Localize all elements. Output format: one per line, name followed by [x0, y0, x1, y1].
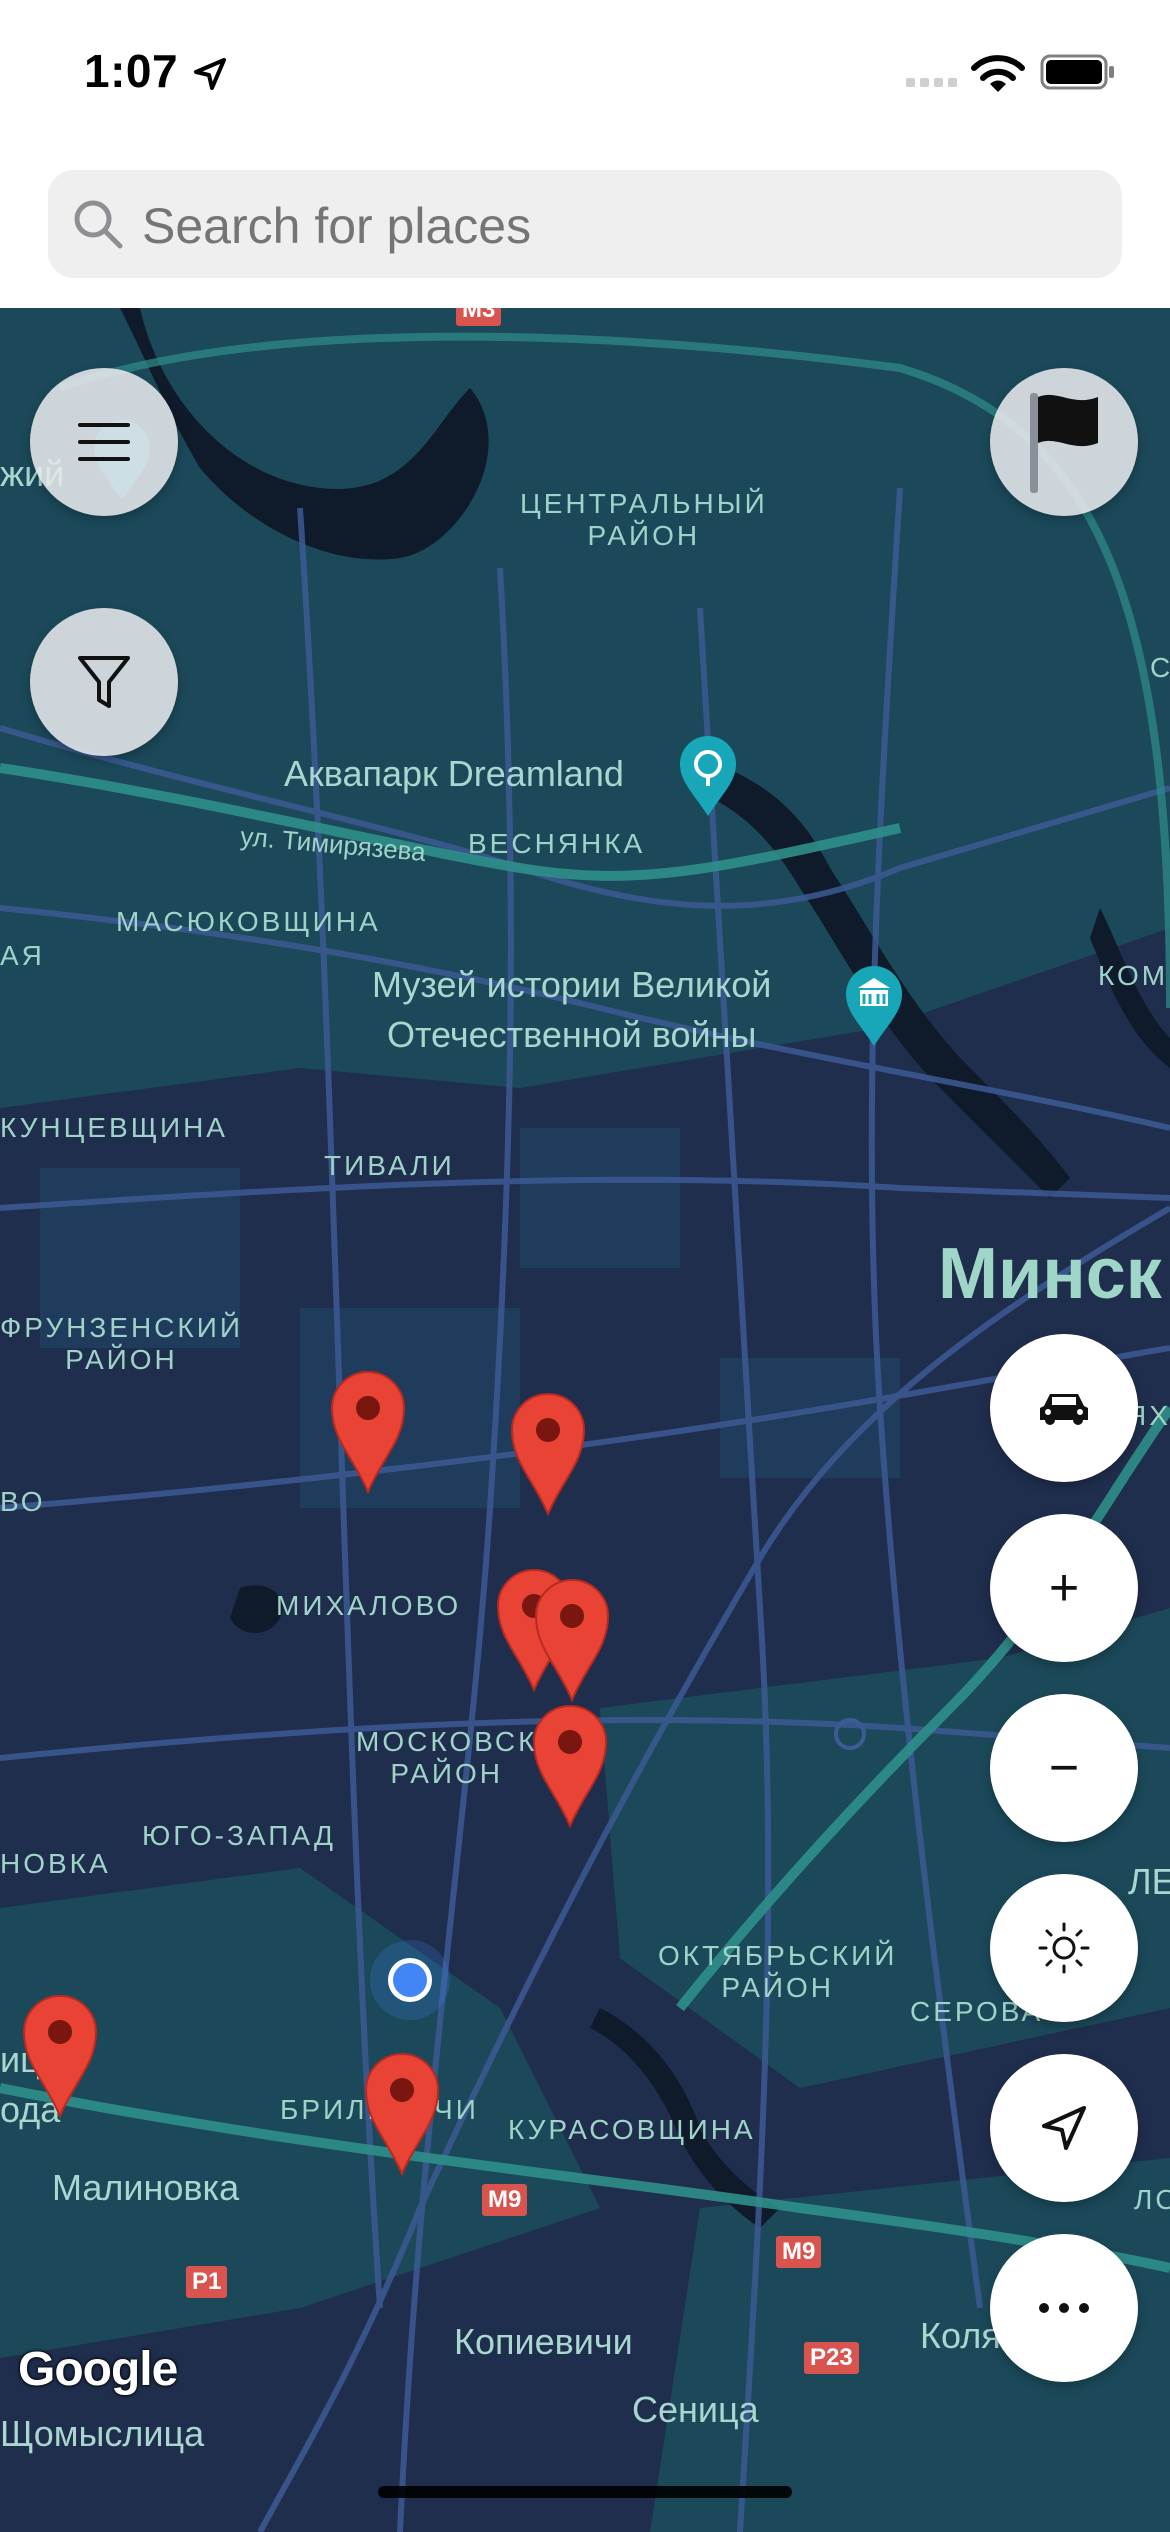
label-vo: ВО [0, 1486, 46, 1517]
funnel-icon [78, 656, 130, 708]
label-central-district: ЦЕНТРАЛЬНЫЙ РАЙОН [520, 488, 768, 551]
minus-icon: − [1048, 1739, 1080, 1797]
label-c: С [1150, 652, 1170, 683]
user-location-dot [370, 1940, 450, 2020]
label-kom: КОМ [1098, 960, 1169, 991]
status-bar: 1:07 [0, 0, 1170, 150]
label-lo: ЛО [1134, 2184, 1170, 2215]
status-time: 1:07 [84, 45, 179, 97]
label-tivali: ТИВАЛИ [324, 1150, 455, 1181]
ellipsis-icon [1039, 2303, 1089, 2313]
driving-mode-button[interactable] [990, 1334, 1138, 1482]
label-senitsa: Сеница [632, 2389, 759, 2430]
zoom-in-button[interactable]: + [990, 1514, 1138, 1662]
sun-icon [1038, 1922, 1090, 1974]
label-aquapark: Аквапарк Dreamland [284, 753, 624, 794]
label-malinovka: Малиновка [52, 2167, 240, 2208]
hamburger-icon [78, 423, 130, 461]
location-arrow-icon [194, 58, 226, 90]
roundabout-icon [834, 1718, 866, 1750]
label-kopievichi: Копиевичи [454, 2321, 633, 2362]
search-bar[interactable] [48, 170, 1122, 278]
label-museum: Музей истории Великой Отечественной войн… [372, 964, 772, 1055]
label-le: ЛЕ [1128, 1861, 1170, 1902]
signal-icon [906, 78, 957, 87]
place-pin[interactable] [364, 2052, 440, 2176]
car-icon [1040, 1394, 1088, 1425]
label-frunzensky: ФРУНЗЕНСКИЙ РАЙОН [0, 1312, 243, 1375]
map-theme-button[interactable] [990, 1874, 1138, 2022]
label-kuntsevshchina: КУНЦЕВЩИНА [0, 1112, 228, 1143]
plus-icon: + [1048, 1559, 1080, 1617]
search-input[interactable] [140, 196, 1044, 256]
label-masyukovshchina: МАСЮКОВЩИНА [116, 906, 381, 937]
label-aya: АЯ [0, 940, 45, 971]
place-pin[interactable] [534, 1578, 610, 1702]
label-kurasovshchina: КУРАСОВЩИНА [508, 2114, 756, 2145]
menu-button[interactable] [30, 368, 178, 516]
place-pin[interactable] [510, 1392, 586, 1516]
map-view[interactable]: ЦЕНТРАЛЬНЫЙ РАЙОН ВЕСНЯНКА МАСЮКОВЩИНА К… [0, 308, 1170, 2532]
battery-icon [1040, 54, 1114, 90]
label-shchomyslitsa: Щомыслица [0, 2413, 205, 2454]
label-koly: Коля [920, 2315, 1001, 2356]
road-shield-m3: M3 [456, 308, 502, 326]
google-attribution: Google [18, 2343, 178, 2396]
my-location-button[interactable] [990, 2054, 1138, 2202]
label-yugo-zapad: ЮГО-ЗАПАД [142, 1820, 336, 1851]
filter-button[interactable] [30, 608, 178, 756]
place-pin[interactable] [330, 1370, 406, 1494]
road-shield-p1: P1 [186, 2266, 228, 2298]
navigation-arrow-icon [1042, 2106, 1086, 2150]
label-oktyabrsky: ОКТЯБРЬСКИЙ РАЙОН [658, 1940, 898, 2003]
search-icon [74, 200, 123, 249]
road-shield-m9: M9 [482, 2184, 528, 2216]
place-pin[interactable] [532, 1704, 608, 1828]
flag-icon [1030, 393, 1098, 493]
label-moskovsky: МОСКОВСК РАЙОН [356, 1726, 538, 1789]
flag-button[interactable] [990, 368, 1138, 516]
zoom-out-button[interactable]: − [990, 1694, 1138, 1842]
label-mikhalovo: МИХАЛОВО [276, 1590, 462, 1621]
road-shield-m9: M9 [776, 2236, 822, 2268]
label-vesnyanka: ВЕСНЯНКА [468, 828, 646, 859]
road-shield-p23: P23 [804, 2342, 859, 2374]
wifi-icon [971, 55, 1025, 92]
label-novka: НОВКА [0, 1848, 111, 1879]
museum-icon[interactable] [842, 964, 906, 1048]
more-options-button[interactable] [990, 2234, 1138, 2382]
home-indicator[interactable] [378, 2486, 792, 2498]
place-pin[interactable] [22, 1994, 98, 2118]
amusement-park-icon[interactable] [676, 734, 740, 818]
label-minsk: Минск [938, 1234, 1162, 1314]
